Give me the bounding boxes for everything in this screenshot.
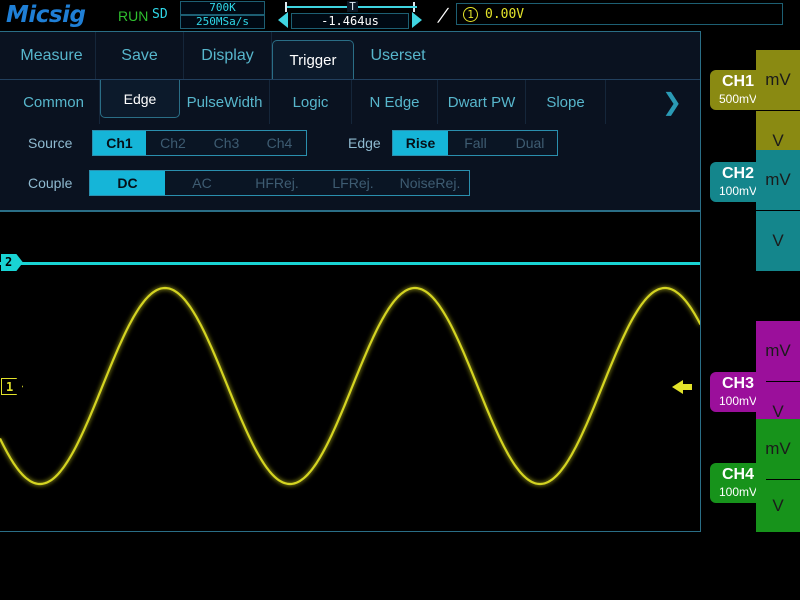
- subtab-logic[interactable]: Logic: [270, 80, 352, 124]
- waveform-display-area[interactable]: 2 1: [0, 211, 701, 532]
- ch3-unit-mv-button[interactable]: mV: [756, 321, 800, 381]
- channel-rail: CH1 500mV mV V CH2 100mV mV V ▲ Level ▼ …: [702, 31, 800, 532]
- subtab-common[interactable]: Common: [8, 80, 100, 124]
- couple-row: Couple DC AC HFRej. LFRej. NoiseRej.: [0, 166, 700, 200]
- brand-logo: Micsig: [6, 2, 85, 28]
- ch4-unit-mv-button[interactable]: mV: [756, 419, 800, 479]
- subtab-pulsewidth[interactable]: PulseWidth: [180, 80, 270, 124]
- couple-label: Couple: [28, 166, 72, 200]
- couple-option-hfrej[interactable]: HFRej.: [239, 171, 315, 195]
- tab-save-label: Save: [121, 47, 157, 65]
- trigger-info-box[interactable]: 1 0.00V: [456, 3, 783, 25]
- arrow-left-icon[interactable]: [278, 12, 288, 28]
- edge-segmented-control[interactable]: Rise Fall Dual: [392, 130, 558, 156]
- tab-measure[interactable]: Measure: [8, 32, 96, 79]
- ch4-unit-v-button[interactable]: V: [756, 480, 800, 532]
- tab-measure-label: Measure: [20, 47, 82, 65]
- couple-segmented-control[interactable]: DC AC HFRej. LFRej. NoiseRej.: [89, 170, 470, 196]
- main-tab-row: Measure Save Display Trigger Userset: [0, 32, 700, 79]
- subtab-slope[interactable]: Slope: [526, 80, 606, 124]
- tab-trigger-label: Trigger: [290, 52, 337, 69]
- oscilloscope-screen: Micsig RUN SD 700K 250MSa/s T -1.464us ∕…: [0, 0, 800, 600]
- subtab-edge-label: Edge: [124, 91, 157, 107]
- trigger-subtab-row: Common Edge PulseWidth Logic N Edge Dwar…: [0, 79, 700, 123]
- subtab-n-edge-label: N Edge: [369, 94, 419, 111]
- subtab-pulsewidth-label: PulseWidth: [187, 94, 263, 111]
- subtab-logic-label: Logic: [293, 94, 329, 111]
- edge-option-dual[interactable]: Dual: [503, 131, 557, 155]
- edge-option-fall[interactable]: Fall: [448, 131, 503, 155]
- chevron-right-icon[interactable]: ❯: [652, 80, 692, 124]
- menu-panel: Measure Save Display Trigger Userset Com…: [0, 31, 701, 211]
- subtab-n-edge[interactable]: N Edge: [352, 80, 438, 124]
- tab-userset-label: Userset: [370, 47, 425, 65]
- trigger-position-track[interactable]: T: [285, 2, 415, 12]
- source-option-ch4[interactable]: Ch4: [253, 131, 306, 155]
- tab-display-label: Display: [201, 47, 253, 65]
- trigger-channel-icon: 1: [463, 7, 478, 22]
- couple-option-noiserej[interactable]: NoiseRej.: [391, 171, 469, 195]
- source-segmented-control[interactable]: Ch1 Ch2 Ch3 Ch4: [92, 130, 307, 156]
- trigger-position-marker[interactable]: T: [347, 1, 358, 12]
- source-option-ch2[interactable]: Ch2: [146, 131, 200, 155]
- tab-trigger[interactable]: Trigger: [272, 40, 354, 80]
- run-state-indicator[interactable]: RUN: [118, 8, 148, 24]
- bottom-toolbar: Fine Quick Save s 200us ns CH1: [0, 533, 800, 600]
- edge-label: Edge: [348, 126, 381, 160]
- sample-rate-value: 250MSa/s: [181, 16, 264, 28]
- subtab-dwart-pw[interactable]: Dwart PW: [438, 80, 526, 124]
- source-option-ch1[interactable]: Ch1: [93, 131, 146, 155]
- couple-option-dc[interactable]: DC: [90, 171, 165, 195]
- source-label: Source: [28, 126, 72, 160]
- subtab-dwart-pw-label: Dwart PW: [448, 94, 516, 111]
- trigger-level-value: 0.00V: [485, 7, 524, 22]
- arrow-right-icon[interactable]: [412, 12, 422, 28]
- source-option-ch3[interactable]: Ch3: [200, 131, 253, 155]
- time-offset-box[interactable]: -1.464us: [291, 13, 409, 29]
- memory-depth-box[interactable]: 700K: [180, 1, 265, 15]
- subtab-common-label: Common: [23, 94, 84, 111]
- tab-display[interactable]: Display: [184, 32, 272, 79]
- couple-option-ac[interactable]: AC: [165, 171, 239, 195]
- trigger-level-arrow-icon[interactable]: [672, 380, 683, 394]
- edge-option-rise[interactable]: Rise: [393, 131, 448, 155]
- storage-label: SD: [152, 7, 168, 22]
- ch1-waveform-trace: [0, 212, 701, 532]
- ch1-unit-mv-button[interactable]: mV: [756, 50, 800, 110]
- time-offset-value: -1.464us: [292, 14, 408, 28]
- source-edge-row: Source Ch1 Ch2 Ch3 Ch4 Edge Rise Fall Du…: [0, 126, 700, 160]
- top-status-bar: Micsig RUN SD 700K 250MSa/s T -1.464us ∕…: [0, 0, 800, 30]
- subtab-edge[interactable]: Edge: [100, 80, 180, 118]
- ch2-unit-v-button[interactable]: V: [756, 211, 800, 271]
- tab-save[interactable]: Save: [96, 32, 184, 79]
- rising-edge-icon: ∕: [436, 5, 451, 26]
- memory-depth-value: 700K: [181, 2, 264, 14]
- couple-option-lfrej[interactable]: LFRej.: [315, 171, 391, 195]
- sample-rate-box[interactable]: 250MSa/s: [180, 15, 265, 29]
- subtab-slope-label: Slope: [546, 94, 584, 111]
- ch2-unit-mv-button[interactable]: mV: [756, 150, 800, 210]
- tab-userset[interactable]: Userset: [354, 32, 442, 79]
